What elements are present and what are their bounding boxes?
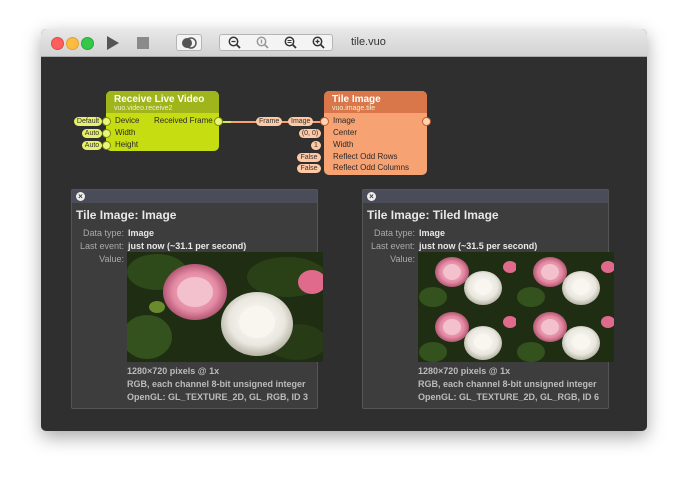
image-info-format: RGB, each channel 8-bit unsigned integer [418, 379, 597, 389]
last-event-value: just now (~31.1 per second) [128, 241, 247, 251]
data-type-label: Data type: [373, 228, 415, 238]
port-popover-image: × Tile Image: Image Data type: Image Las… [71, 189, 323, 409]
port-label-received-frame: Received Frame [154, 116, 213, 125]
input-port-width[interactable] [102, 129, 111, 138]
port-label-reflect-odd-rows: Reflect Odd Rows [333, 152, 398, 161]
constant-width[interactable]: Auto [82, 129, 102, 138]
popover-title-bar: × [363, 190, 608, 203]
popover-title: Tile Image: Tiled Image [367, 208, 499, 222]
image-info-resolution: 1280×720 pixels @ 1x [418, 366, 511, 376]
image-info-resolution: 1280×720 pixels @ 1x [127, 366, 220, 376]
composition-canvas[interactable]: Frame Image Receive Live Video vuo.video… [41, 57, 647, 431]
port-label-width: Width [333, 140, 354, 149]
data-type-label: Data type: [82, 228, 124, 238]
port-label-image: Image [333, 116, 356, 125]
stop-icon [137, 36, 149, 49]
window-title: tile.vuo [351, 36, 386, 48]
node-header: Receive Live Video vuo.video.receive2 [106, 91, 219, 113]
port-label-height: Height [115, 140, 139, 149]
flower-image [127, 252, 323, 362]
constant-reflect-odd-columns[interactable]: False [297, 164, 321, 173]
zoom-out-icon [228, 36, 241, 49]
port-label-width: Width [115, 128, 136, 137]
zoom-actual-size-button[interactable] [254, 35, 270, 50]
constant-height[interactable]: Auto [82, 141, 102, 150]
output-port-received-frame[interactable] [214, 117, 223, 126]
last-event-label: Last event: [79, 241, 124, 251]
last-event-label: Last event: [370, 241, 415, 251]
image-preview [127, 252, 323, 362]
show-events-icon [182, 36, 197, 49]
title-bar: tile.vuo [41, 29, 647, 57]
close-window-button[interactable] [51, 37, 64, 50]
tile-image-node[interactable]: Tile Image vuo.image.tile Image Center W… [320, 91, 431, 175]
port-label-reflect-odd-columns: Reflect Odd Columns [333, 163, 410, 172]
input-port-device[interactable] [102, 117, 111, 126]
constant-reflect-odd-rows[interactable]: False [297, 153, 321, 162]
node-title: Tile Image [332, 94, 381, 105]
show-events-button[interactable] [176, 34, 202, 51]
node-class-name: vuo.video.receive2 [114, 105, 173, 112]
image-info-format: RGB, each channel 8-bit unsigned integer [127, 379, 306, 389]
port-popover-tiled-image: × Tile Image: Tiled Image Data type: Ima… [362, 189, 614, 409]
input-port-height[interactable] [102, 141, 111, 150]
data-type-value: Image [419, 228, 446, 238]
node-title: Receive Live Video [114, 94, 205, 105]
value-label: Value: [99, 254, 124, 264]
zoom-window-button[interactable] [81, 37, 94, 50]
port-label-center: Center [333, 128, 358, 137]
popover-title-bar: × [72, 190, 317, 203]
output-port-tiled-image[interactable] [422, 117, 431, 126]
zoom-to-fit-icon [284, 36, 297, 49]
cable-label-frame: Frame [256, 117, 283, 126]
minimize-window-button[interactable] [66, 37, 79, 50]
zoom-to-fit-button[interactable] [282, 35, 298, 50]
close-icon[interactable]: × [76, 192, 85, 201]
data-type-value: Image [128, 228, 155, 238]
close-icon[interactable]: × [367, 192, 376, 201]
composition-window: tile.vuo Frame Image Receive Live Video … [41, 29, 647, 431]
node-header: Tile Image vuo.image.tile [324, 91, 427, 113]
zoom-out-button[interactable] [226, 35, 242, 50]
zoom-actual-size-icon [256, 36, 269, 49]
constant-device[interactable]: Default [74, 117, 102, 126]
cable-label-image: Image [288, 117, 314, 126]
image-info-opengl: OpenGL: GL_TEXTURE_2D, GL_RGB, ID 6 [418, 392, 600, 402]
image-preview [418, 252, 614, 362]
port-label-device: Device [115, 116, 140, 125]
receive-live-video-node[interactable]: Receive Live Video vuo.video.receive2 De… [102, 91, 223, 151]
tiled-flower-image [418, 252, 614, 362]
popover-title: Tile Image: Image [76, 208, 177, 222]
input-port-image[interactable] [320, 117, 329, 126]
last-event-value: just now (~31.5 per second) [419, 241, 538, 251]
constant-width[interactable]: 1 [311, 141, 321, 150]
constant-center[interactable]: (0, 0) [299, 129, 321, 138]
zoom-in-button[interactable] [310, 35, 326, 50]
play-icon [107, 35, 119, 50]
image-info-opengl: OpenGL: GL_TEXTURE_2D, GL_RGB, ID 3 [127, 392, 309, 402]
value-label: Value: [390, 254, 415, 264]
zoom-in-icon [312, 36, 325, 49]
node-class-name: vuo.image.tile [332, 105, 376, 112]
zoom-controls [219, 34, 333, 51]
stop-button[interactable] [136, 34, 150, 51]
run-button[interactable] [106, 34, 120, 51]
